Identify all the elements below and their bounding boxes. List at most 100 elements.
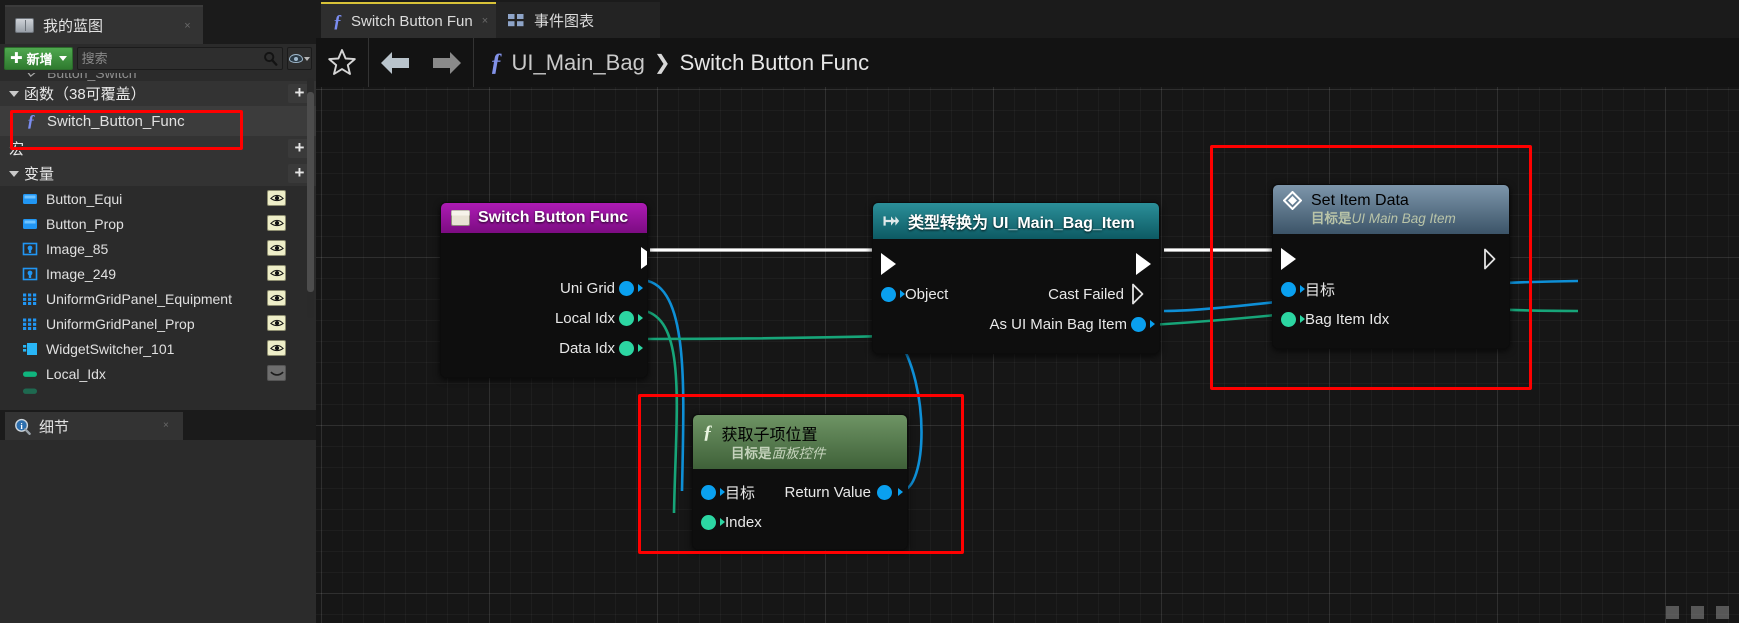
exec-pin-hollow-icon bbox=[1484, 248, 1496, 270]
section-variables[interactable]: 变量 + bbox=[0, 161, 316, 186]
pin-label: Bag Item Idx bbox=[1305, 310, 1390, 328]
tab-my-blueprint[interactable]: 我的蓝图 × bbox=[5, 5, 203, 44]
pin-arrow-icon bbox=[638, 284, 643, 292]
section-functions[interactable]: 函数（38可覆盖） + bbox=[0, 81, 316, 106]
tab-event-graph[interactable]: 事件图表 bbox=[496, 2, 660, 38]
list-item-label: Button_Equi bbox=[46, 190, 123, 207]
pin-exec-row[interactable] bbox=[873, 249, 1159, 279]
breadcrumb-item-function[interactable]: Switch Button Func bbox=[680, 50, 870, 76]
object-pin-icon bbox=[881, 286, 896, 302]
pin-exec-row[interactable] bbox=[1273, 244, 1509, 274]
tab-switch-button-fun[interactable]: ƒ Switch Button Fun × bbox=[321, 2, 496, 38]
image-widget-icon bbox=[22, 267, 38, 280]
pin-uni-grid[interactable]: Uni Grid bbox=[441, 273, 647, 303]
list-item-variable[interactable]: Local_Idx bbox=[0, 361, 316, 386]
tab-my-blueprint-label: 我的蓝图 bbox=[43, 18, 104, 35]
pin-target[interactable]: 目标 Return Value bbox=[693, 477, 907, 507]
pin-index[interactable]: Index bbox=[693, 507, 907, 537]
pin-label: Local Idx bbox=[554, 309, 615, 327]
pin-label: As UI Main Bag Item bbox=[989, 315, 1127, 333]
node-header: 类型转换为 UI_Main_Bag_Item bbox=[873, 203, 1159, 239]
blueprint-graph-area: ƒ Switch Button Fun × 事件图表 ƒ UI_Main_Bag… bbox=[316, 0, 1739, 623]
visibility-filter-button[interactable] bbox=[287, 47, 312, 70]
graph-canvas[interactable]: Switch Button Func Uni Grid Local Idx Da… bbox=[316, 87, 1739, 623]
visibility-toggle[interactable] bbox=[267, 340, 286, 356]
node-body: Object Cast Failed As UI Main Bag Item bbox=[873, 239, 1159, 353]
close-icon[interactable]: × bbox=[163, 421, 173, 431]
node-subtitle-target: 面板控件 bbox=[771, 446, 826, 461]
node-header: Switch Button Func bbox=[441, 203, 647, 233]
eye-icon bbox=[269, 319, 284, 327]
pin-object[interactable]: Object Cast Failed bbox=[873, 279, 1159, 309]
forward-button[interactable] bbox=[421, 38, 473, 87]
exec-pin-icon bbox=[1281, 248, 1296, 270]
visibility-toggle[interactable] bbox=[267, 215, 286, 231]
node-switch-button-func[interactable]: Switch Button Func Uni Grid Local Idx Da… bbox=[440, 202, 648, 378]
close-icon[interactable]: × bbox=[182, 21, 193, 32]
node-get-child-at-index[interactable]: ƒ 获取子项位置 目标是面板控件 目标 Return Value Index bbox=[692, 414, 908, 550]
visibility-toggle[interactable] bbox=[267, 265, 286, 281]
pin-bag-item-idx[interactable]: Bag Item Idx bbox=[1273, 304, 1509, 334]
visibility-toggle[interactable] bbox=[267, 365, 286, 381]
pin-label: 目标 bbox=[1305, 281, 1336, 299]
eye-icon bbox=[269, 194, 284, 202]
function-icon: ƒ bbox=[490, 48, 503, 76]
object-pin-icon bbox=[877, 484, 892, 500]
visibility-toggle[interactable] bbox=[267, 290, 286, 306]
list-item-button-switch[interactable]: ◇ Button_Switch bbox=[0, 73, 316, 81]
list-item-variable[interactable]: UniformGridPanel_Prop bbox=[0, 311, 316, 336]
pin-label: Cast Failed bbox=[1048, 285, 1124, 303]
my-blueprint-toolbar: ✚ 新增 bbox=[0, 44, 316, 73]
left-panel-scrollbar[interactable] bbox=[307, 78, 314, 318]
pin-local-idx[interactable]: Local Idx bbox=[441, 303, 647, 333]
visibility-toggle[interactable] bbox=[267, 315, 286, 331]
chevron-down-icon bbox=[58, 56, 67, 61]
exec-pin-hollow-icon bbox=[1132, 283, 1144, 305]
list-item-variable[interactable]: WidgetSwitcher_101 bbox=[0, 336, 316, 361]
add-new-button[interactable]: ✚ 新增 bbox=[4, 47, 73, 70]
list-item-variable[interactable]: UniformGridPanel_Equipment bbox=[0, 286, 316, 311]
blueprint-book-icon bbox=[15, 18, 34, 33]
breadcrumb-item-blueprint[interactable]: UI_Main_Bag bbox=[512, 50, 645, 76]
visibility-toggle[interactable] bbox=[267, 190, 286, 206]
list-item-switch-button-func[interactable]: ƒ Switch_Button_Func bbox=[0, 106, 316, 136]
back-button[interactable] bbox=[369, 38, 421, 87]
list-item-label: Local_Idx bbox=[46, 365, 106, 382]
scrollbar-thumb[interactable] bbox=[307, 92, 314, 292]
left-panel-tabstrip: 我的蓝图 × bbox=[0, 0, 316, 44]
list-item-variable[interactable]: Image_249 bbox=[0, 261, 316, 286]
grid-snap-icon bbox=[1691, 606, 1704, 619]
node-subtitle-prefix: 目标是 bbox=[731, 446, 772, 461]
object-pin-icon bbox=[701, 484, 716, 500]
pin-target[interactable]: 目标 bbox=[1273, 274, 1509, 304]
list-item-variable[interactable]: Image_85 bbox=[0, 236, 316, 261]
node-cast-to-ui-main-bag-item[interactable]: 类型转换为 UI_Main_Bag_Item Object Cast Faile… bbox=[872, 202, 1160, 354]
list-item-variable-clipped[interactable] bbox=[0, 386, 316, 395]
search-box[interactable] bbox=[76, 47, 283, 70]
pin-label: Uni Grid bbox=[559, 279, 615, 297]
close-icon[interactable]: × bbox=[482, 15, 488, 27]
list-item-label: Image_249 bbox=[46, 265, 117, 282]
chevron-down-icon bbox=[9, 170, 19, 177]
visibility-toggle[interactable] bbox=[267, 240, 286, 256]
list-item-variable[interactable]: Button_Prop bbox=[0, 211, 316, 236]
favorite-button[interactable] bbox=[316, 38, 368, 87]
function-call-diamond-icon bbox=[1283, 191, 1302, 210]
plus-icon: ✚ bbox=[10, 50, 23, 67]
pin-exec-out[interactable] bbox=[441, 243, 647, 273]
section-macros[interactable]: 宏 + bbox=[0, 136, 316, 161]
list-item-variable[interactable]: Button_Equi bbox=[0, 186, 316, 211]
zoom-indicator-icon bbox=[1666, 606, 1679, 619]
search-input[interactable] bbox=[81, 51, 263, 66]
section-variables-label: 变量 bbox=[24, 166, 55, 183]
pin-data-idx[interactable]: Data Idx bbox=[441, 333, 647, 363]
node-set-item-data[interactable]: Set Item Data 目标是UI Main Bag Item 目标 Bag… bbox=[1272, 184, 1510, 349]
my-blueprint-panel: 我的蓝图 × ✚ 新增 ◇ bbox=[0, 0, 316, 623]
eye-icon bbox=[269, 244, 284, 252]
tab-details[interactable]: i 细节 × bbox=[5, 412, 183, 440]
pin-arrow-icon bbox=[638, 344, 643, 352]
graph-options-icon bbox=[1716, 606, 1729, 619]
integer-variable-icon bbox=[23, 388, 37, 394]
chevron-down-icon bbox=[9, 90, 19, 97]
pin-as-ui-main-bag-item[interactable]: As UI Main Bag Item bbox=[873, 309, 1159, 339]
